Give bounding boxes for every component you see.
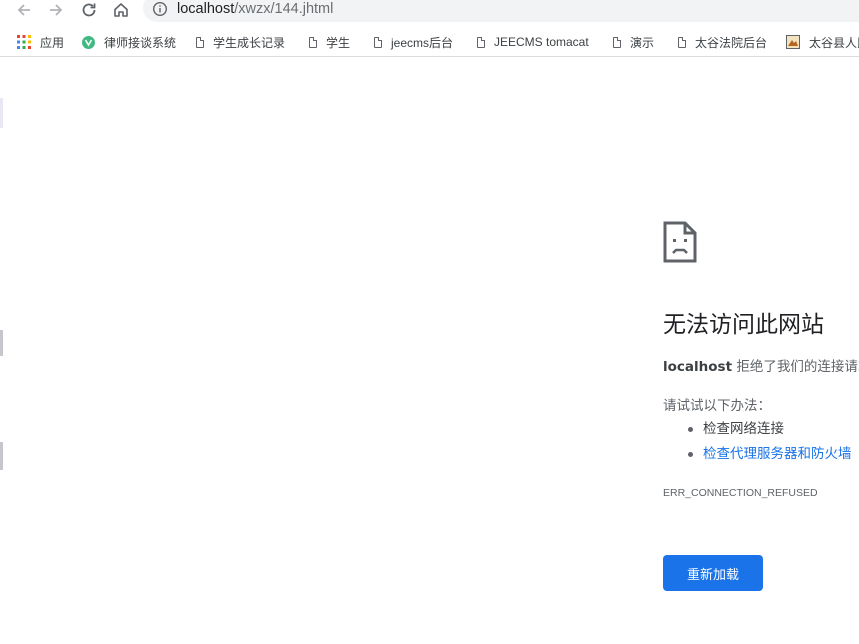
back-button[interactable] — [13, 0, 35, 20]
bookmark-label: jeecms后台 — [391, 35, 454, 50]
edge-marker — [0, 330, 3, 356]
suggestion-check-proxy-link[interactable]: 检查代理服务器和防火墙 — [688, 444, 852, 464]
page-icon — [196, 36, 204, 48]
arrow-left-icon — [17, 4, 30, 16]
browser-toolbar: localhost/xwzx/144.jhtml — [0, 0, 859, 26]
home-button[interactable] — [110, 0, 132, 20]
apps-grid-icon — [17, 35, 31, 49]
home-icon — [114, 3, 128, 17]
page-icon — [477, 36, 485, 48]
reload-page-button[interactable] — [78, 0, 100, 20]
page-icon — [309, 36, 317, 48]
bookmark-label: 太谷法院后台 — [695, 35, 768, 50]
page-icon — [678, 36, 686, 48]
bookmark-label: 演示 — [630, 35, 655, 50]
bookmark-jeecms-admin[interactable]: jeecms后台 — [374, 28, 453, 56]
bookmark-student[interactable]: 学生 — [309, 28, 350, 56]
bookmark-student-record[interactable]: 学生成长记录 — [196, 28, 285, 56]
refresh-icon — [82, 3, 96, 17]
try-label: 请试试以下办法： — [663, 398, 771, 414]
bookmark-label: 应用 — [40, 35, 65, 50]
bookmark-taigu-county[interactable]: 太谷县人民 — [786, 28, 859, 56]
bookmark-court-admin[interactable]: 太谷法院后台 — [678, 28, 767, 56]
bookmark-label: 律师接谈系统 — [104, 35, 177, 50]
info-icon[interactable] — [152, 1, 168, 17]
bookmark-apps[interactable]: 应用 — [17, 28, 64, 56]
error-description: localhost 拒绝了我们的连接请求。 — [663, 357, 859, 377]
error-code: ERR_CONNECTION_REFUSED — [663, 487, 818, 499]
sad-page-icon — [663, 221, 697, 263]
error-host: localhost — [663, 359, 733, 375]
edge-marker — [0, 442, 3, 470]
reload-button[interactable]: 重新加载 — [663, 555, 763, 591]
bookmark-label: 学生 — [326, 35, 351, 50]
error-desc-text: 拒绝了我们的连接请求。 — [736, 359, 859, 375]
url-path: /xwzx/144.jhtml — [234, 1, 334, 17]
bookmark-label: 太谷县人民 — [809, 35, 859, 50]
bookmark-jeecms-tomcat[interactable]: JEECMS tomacat — [477, 28, 589, 56]
page-icon — [374, 36, 382, 48]
v-logo-icon — [82, 35, 95, 49]
error-title: 无法访问此网站 — [663, 312, 824, 338]
site-favicon-icon — [786, 35, 800, 49]
bookmark-label: 学生成长记录 — [213, 35, 286, 50]
bookmarks-bar: 应用 律师接谈系统 学生成长记录 学生 jeecms后台 JEECMS toma… — [0, 28, 859, 57]
arrow-right-icon — [50, 4, 63, 16]
forward-button[interactable] — [45, 0, 67, 20]
bookmark-lawyer-system[interactable]: 律师接谈系统 — [82, 28, 176, 56]
edge-marker — [0, 98, 3, 128]
bookmark-demo[interactable]: 演示 — [613, 28, 654, 56]
bookmark-label: JEECMS tomacat — [494, 35, 589, 49]
url-text[interactable]: localhost/xwzx/144.jhtml — [177, 0, 333, 19]
suggestion-check-network: 检查网络连接 — [688, 421, 784, 437]
page-icon — [613, 36, 621, 48]
url-host: localhost — [177, 1, 235, 17]
